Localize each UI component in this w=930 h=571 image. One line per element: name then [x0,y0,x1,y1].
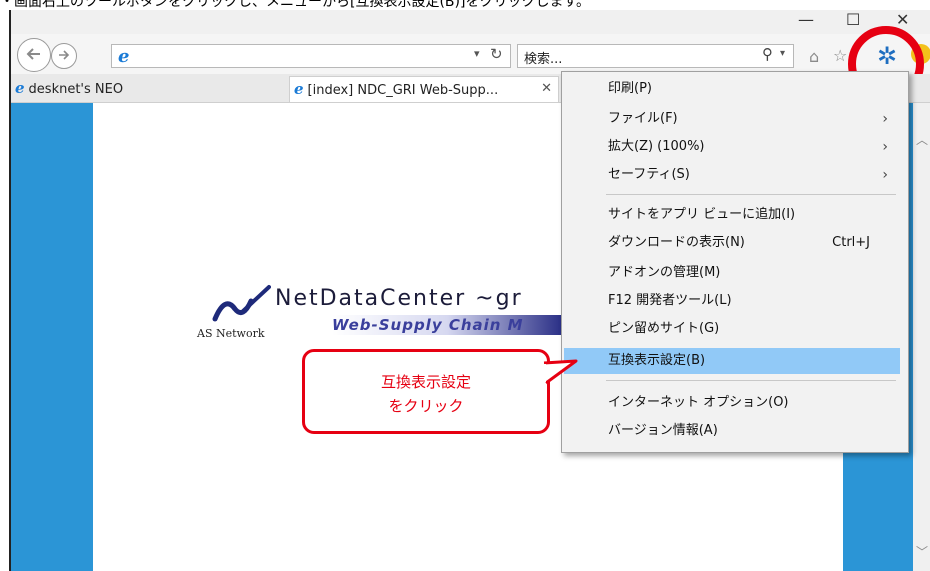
url-dropdown-icon[interactable]: ▾ [474,47,480,60]
scroll-up-icon[interactable]: ︿ [916,131,928,148]
logo-title: NetDataCenter ~gr [275,286,523,311]
chevron-right-icon: › [882,111,888,127]
menu-item-pinned-sites[interactable]: ピン留めサイト(G) [564,316,900,342]
menu-separator [606,194,896,195]
logo-subtitle: Web-Supply Chain M [332,316,524,334]
close-window-button[interactable]: ✕ [896,10,909,29]
chevron-right-icon: › [882,139,888,155]
menu-item-zoom[interactable]: 拡大(Z) (100%) › [564,134,900,160]
tab-desknets[interactable]: e desknet's NEO [11,76,271,102]
search-input[interactable]: 検索... ⚲ ▾ [517,44,794,68]
tools-menu: 印刷(P) ファイル(F) › 拡大(Z) (100%) › セーフティ(S) › サ… [561,71,909,453]
logo-company: AS Network [197,327,265,340]
callout-pointer [540,359,578,385]
menu-item-devtools[interactable]: F12 開発者ツール(L) [564,288,900,314]
url-input[interactable]: e ▾ ↻ [111,44,511,68]
back-button[interactable] [17,38,51,72]
forward-button[interactable] [51,43,77,69]
menu-item-add-to-apps[interactable]: サイトをアプリ ビューに追加(I) [564,202,900,228]
maximize-button[interactable]: ☐ [846,10,860,29]
scrollbar[interactable]: ︿ ﹀ [913,103,930,571]
window-controls: — ☐ ✕ [772,10,930,34]
menu-item-about[interactable]: バージョン情報(A) [564,418,900,444]
search-icon[interactable]: ⚲ [762,45,773,63]
scroll-down-icon[interactable]: ﹀ [916,543,928,560]
menu-item-print[interactable]: 印刷(P) [564,76,900,102]
ie-icon: e [15,79,25,97]
chevron-right-icon: › [882,167,888,183]
menu-separator [606,380,896,381]
menu-item-addons[interactable]: アドオンの管理(M) [564,260,900,286]
refresh-icon[interactable]: ↻ [490,45,503,63]
ie-icon: e [118,46,130,67]
menu-item-downloads[interactable]: ダウンロードの表示(N) Ctrl+J [564,230,900,256]
forward-arrow-icon [59,50,70,60]
logo-mark-icon [212,285,271,322]
minimize-button[interactable]: — [798,10,814,29]
address-bar: e ▾ ↻ 検索... ⚲ ▾ ⌂ ☆ ✲ [11,26,930,102]
callout-line-1: 互換表示設定 [380,373,471,391]
home-icon[interactable]: ⌂ [809,47,819,66]
logo-subtitle-bar: Web-Supply Chain M [332,315,562,335]
back-arrow-icon [26,48,40,60]
menu-item-file[interactable]: ファイル(F) › [564,106,900,132]
shortcut-label: Ctrl+J [832,235,870,250]
menu-item-compat-view[interactable]: 互換表示設定(B) [564,348,900,374]
search-dropdown-icon[interactable]: ▾ [780,48,785,59]
menu-item-internet-options[interactable]: インターネット オプション(O) [564,390,900,416]
tab-label: [index] NDC_GRI Web-Supp... [307,83,499,98]
callout-text: 互換表示設定 をクリック [305,370,547,418]
tab-label: desknet's NEO [28,82,124,97]
star-icon[interactable]: ☆ [833,46,847,65]
menu-item-safety[interactable]: セーフティ(S) › [564,162,900,188]
callout-box: 互換表示設定 をクリック [302,349,550,434]
search-placeholder: 検索... [524,52,563,67]
ie-icon: e [294,80,304,98]
close-tab-icon[interactable]: ✕ [541,77,552,101]
tab-index[interactable]: e [index] NDC_GRI Web-Supp... ✕ [289,76,559,102]
callout-line-2: をクリック [388,397,464,415]
